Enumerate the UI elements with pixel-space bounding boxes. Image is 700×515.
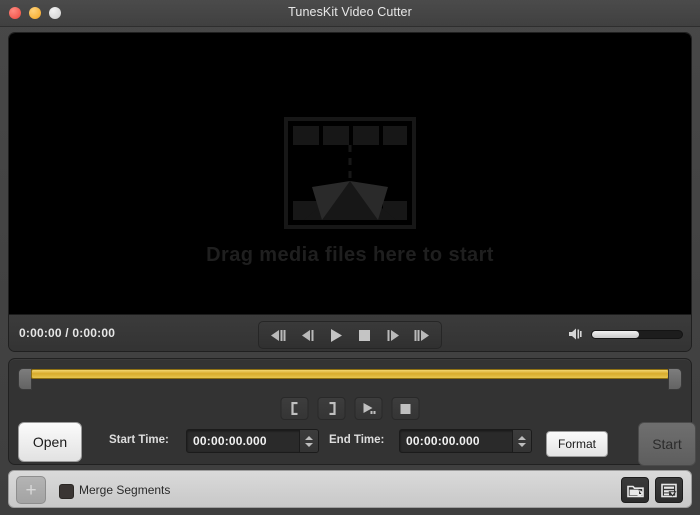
- start-time-label: Start Time:: [109, 434, 169, 446]
- trim-controls-row: Open Start Time: End Time: Format Start: [9, 417, 696, 466]
- play-icon: [330, 328, 342, 342]
- app-window: TunesKit Video Cutter Drag media files h…: [0, 0, 700, 515]
- stop-button[interactable]: [350, 324, 379, 346]
- step-backward-icon: [301, 329, 313, 341]
- bracket-left-icon: [290, 402, 297, 415]
- step-forward-button[interactable]: [379, 324, 408, 346]
- stop-square-icon: [400, 403, 411, 414]
- window-title: TunesKit Video Cutter: [288, 5, 412, 19]
- segments-bar: + Merge Segments: [8, 470, 692, 508]
- output-list-icon: [661, 483, 677, 497]
- start-time-input[interactable]: [187, 434, 299, 448]
- end-time-stepper[interactable]: [512, 430, 531, 452]
- skip-backward-icon: [271, 329, 286, 341]
- transport-bar: 0:00:00 / 0:00:00: [9, 314, 691, 351]
- stop-icon: [359, 329, 370, 341]
- chevron-down-icon[interactable]: [518, 442, 526, 447]
- play-button[interactable]: [321, 324, 350, 346]
- format-button[interactable]: Format: [546, 431, 609, 457]
- video-drop-area[interactable]: Drag media files here to start: [9, 33, 691, 314]
- video-panel: Drag media files here to start 0:00:00 /…: [8, 32, 692, 352]
- volume-slider[interactable]: [591, 329, 683, 339]
- title-bar: TunesKit Video Cutter: [0, 0, 700, 27]
- speaker-volume-icon: [569, 328, 582, 340]
- open-button[interactable]: Open: [18, 422, 82, 462]
- chevron-down-icon[interactable]: [305, 442, 313, 447]
- trim-start-handle[interactable]: [18, 368, 32, 390]
- output-folder-button[interactable]: [655, 477, 683, 503]
- timecode-display: 0:00:00 / 0:00:00: [19, 326, 116, 340]
- start-time-field[interactable]: [186, 429, 319, 453]
- play-segment-icon: [363, 403, 375, 414]
- end-time-field[interactable]: [399, 429, 532, 453]
- chevron-up-icon[interactable]: [518, 435, 526, 440]
- add-segment-button[interactable]: +: [16, 476, 46, 504]
- merge-segments-checkbox[interactable]: [59, 484, 74, 499]
- previous-segment-button[interactable]: [263, 324, 292, 346]
- recent-files-button[interactable]: [621, 477, 649, 503]
- end-time-label: End Time:: [329, 434, 385, 446]
- chevron-up-icon[interactable]: [305, 435, 313, 440]
- drop-hint-text: Drag media files here to start: [206, 244, 494, 266]
- volume-control[interactable]: [568, 327, 683, 341]
- step-forward-icon: [387, 329, 399, 341]
- skip-forward-icon: [414, 329, 429, 341]
- edit-panel: Open Start Time: End Time: Format Start: [8, 358, 696, 466]
- start-button[interactable]: Start: [638, 422, 696, 466]
- trim-end-handle[interactable]: [668, 368, 682, 390]
- film-strip-cut-icon: [284, 117, 416, 229]
- next-segment-button[interactable]: [408, 324, 437, 346]
- recent-folder-icon: [626, 485, 644, 497]
- start-time-stepper[interactable]: [299, 430, 318, 452]
- bracket-right-icon: [329, 402, 336, 415]
- playback-controls: [258, 321, 442, 349]
- volume-slider-fill: [592, 330, 639, 338]
- end-time-input[interactable]: [400, 434, 512, 448]
- step-backward-button[interactable]: [292, 324, 321, 346]
- trim-timeline[interactable]: [18, 366, 682, 394]
- merge-segments-label: Merge Segments: [79, 483, 171, 497]
- timeline-selection-bar[interactable]: [31, 369, 669, 379]
